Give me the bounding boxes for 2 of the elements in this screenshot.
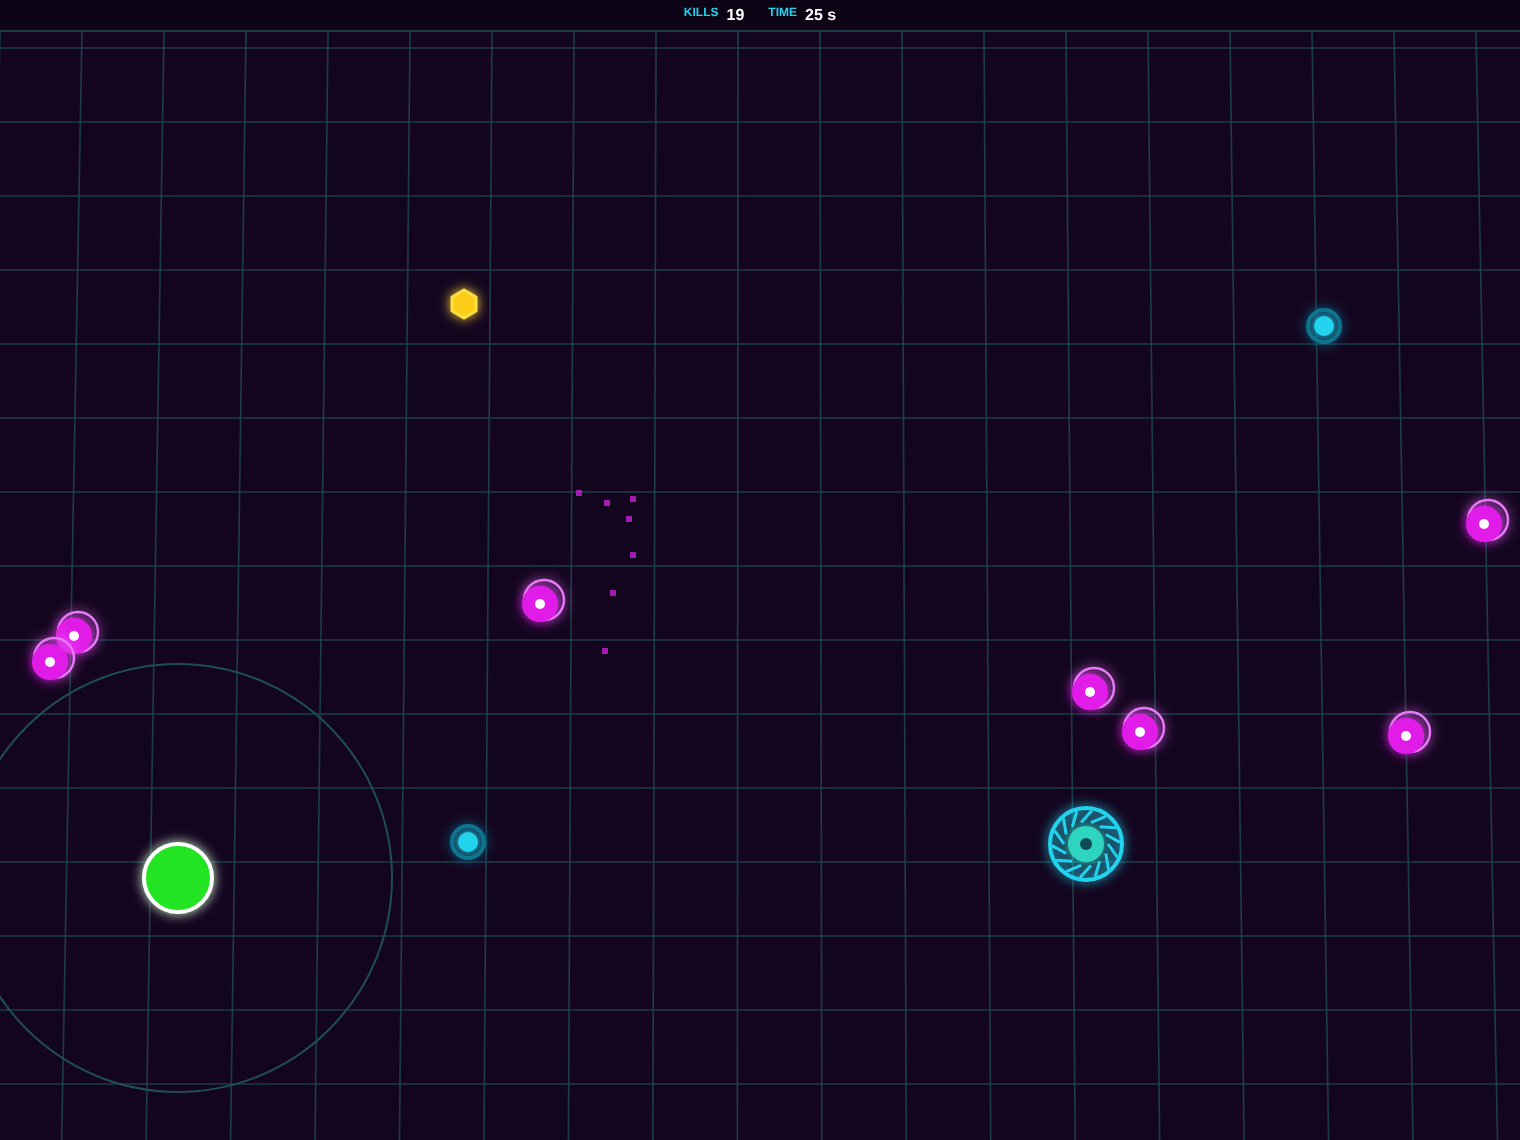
hud-value: 19 bbox=[726, 3, 745, 27]
hud-value: 25 s bbox=[805, 3, 837, 27]
